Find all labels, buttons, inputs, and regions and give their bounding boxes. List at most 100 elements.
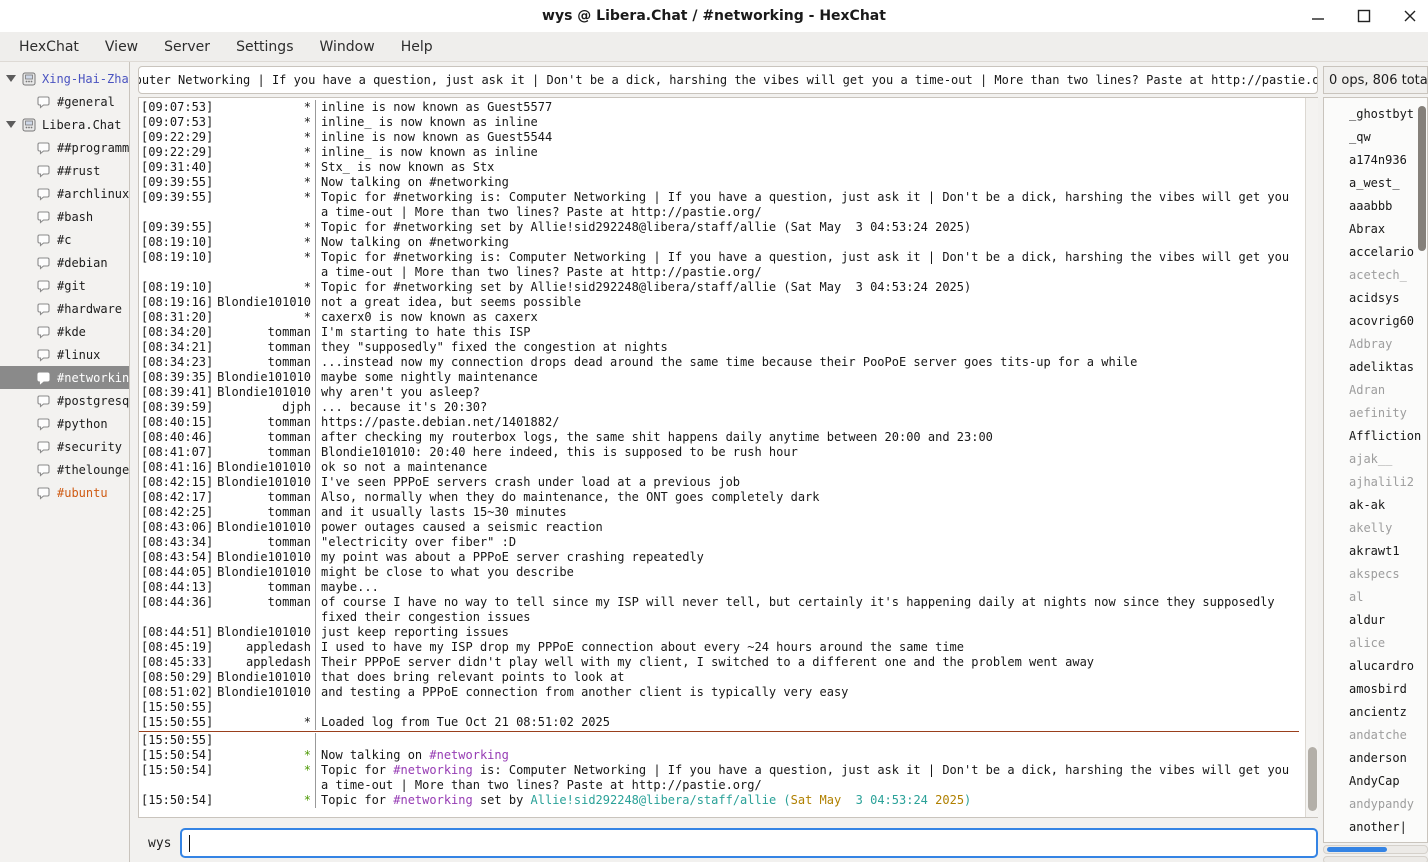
user-list-item[interactable]: _ghostbyt	[1324, 102, 1427, 125]
nick: appledash	[246, 655, 315, 670]
user-list-item[interactable]: aaabbb	[1324, 194, 1427, 217]
server-icon	[21, 71, 37, 87]
tree-row-channel-archlinux[interactable]: #archlinux	[0, 182, 129, 205]
message-input[interactable]	[180, 828, 1318, 858]
userlist-scrollbar-thumb[interactable]	[1418, 106, 1426, 251]
user-list-item[interactable]: akelly	[1324, 516, 1427, 539]
nick: *	[304, 793, 315, 808]
user-list-item[interactable]: aldur	[1324, 608, 1427, 631]
user-list-item[interactable]: ak-ak	[1324, 493, 1427, 516]
menu-item-hexchat[interactable]: HexChat	[10, 35, 88, 59]
user-list-item[interactable]: amosbird	[1324, 677, 1427, 700]
tree-row-channel-postgresql[interactable]: #postgresql	[0, 389, 129, 412]
user-list-item[interactable]: anderson	[1324, 746, 1427, 769]
user-list-item[interactable]: ancientz	[1324, 700, 1427, 723]
chat-line: [08:34:23]tomman...instead now my connec…	[139, 355, 1299, 370]
expander-icon[interactable]	[6, 121, 16, 128]
menu-item-server[interactable]: Server	[155, 35, 219, 59]
chat-line: [15:50:55]	[139, 733, 1299, 748]
user-list-item[interactable]: acovrig60	[1324, 309, 1427, 332]
message-text: maybe...	[315, 580, 1299, 595]
timestamp: [15:50:54]	[141, 793, 213, 808]
chat-line: [08:45:33]appledashTheir PPPoE server di…	[139, 655, 1299, 670]
menu-item-settings[interactable]: Settings	[227, 35, 302, 59]
tree-row-network-xing-hai-zhan[interactable]: Xing-Hai-Zhan	[0, 67, 129, 90]
message-text: Now talking on #networking	[315, 748, 1299, 763]
nick: *	[304, 175, 315, 190]
nick: Blondie101010	[217, 475, 315, 490]
userlist-hscrollbar-secondary[interactable]	[1323, 856, 1428, 862]
channel-icon	[36, 393, 52, 409]
tree-row-channel-rust[interactable]: ##rust	[0, 159, 129, 182]
user-list-item[interactable]: accelario	[1324, 240, 1427, 263]
nick: Blondie101010	[217, 520, 315, 535]
tree-row-channel-git[interactable]: #git	[0, 274, 129, 297]
tree-row-channel-security[interactable]: #security	[0, 435, 129, 458]
user-list-item[interactable]: another|	[1324, 815, 1427, 838]
menu-item-window[interactable]: Window	[310, 35, 383, 59]
tree-row-channel-thelounge[interactable]: #thelounge	[0, 458, 129, 481]
chat-line: [08:50:29]Blondie101010that does bring r…	[139, 670, 1299, 685]
tree-row-channel-general[interactable]: #general	[0, 90, 129, 113]
tree-row-channel-python[interactable]: #python	[0, 412, 129, 435]
user-list-item[interactable]: adeliktas	[1324, 355, 1427, 378]
user-list-item[interactable]: aefinity	[1324, 401, 1427, 424]
user-list-item[interactable]: andypandy	[1324, 792, 1427, 815]
nick: tomman	[268, 490, 315, 505]
chat-line: [08:39:35]Blondie101010maybe some nightl…	[139, 370, 1299, 385]
expander-icon[interactable]	[6, 75, 16, 82]
user-list-item[interactable]: Adran	[1324, 378, 1427, 401]
userlist-scrollbar[interactable]	[1416, 98, 1428, 842]
user-list-item[interactable]: AndyCap	[1324, 769, 1427, 792]
nick: *	[304, 130, 315, 145]
user-list-item[interactable]: akrawt1	[1324, 539, 1427, 562]
user-list-item[interactable]: Adbray	[1324, 332, 1427, 355]
tree-row-channel-debian[interactable]: #debian	[0, 251, 129, 274]
timestamp: [15:50:55]	[141, 715, 213, 730]
tree-row-channel-bash[interactable]: #bash	[0, 205, 129, 228]
message-text: of course I have no way to tell since my…	[315, 595, 1299, 625]
maximize-button[interactable]	[1355, 8, 1372, 25]
user-list-item[interactable]: alice	[1324, 631, 1427, 654]
tree-row-network-libera.chat[interactable]: Libera.Chat	[0, 113, 129, 136]
chat-line: [08:44:05]Blondie101010might be close to…	[139, 565, 1299, 580]
user-list-item[interactable]: ajak__	[1324, 447, 1427, 470]
userlist-header: 0 ops, 806 total	[1323, 66, 1428, 94]
timestamp: [08:44:51]	[141, 625, 213, 640]
user-list-item[interactable]: acetech_	[1324, 263, 1427, 286]
user-list-item[interactable]: a_west_	[1324, 171, 1427, 194]
chat-line: [08:45:19]appledashI used to have my ISP…	[139, 640, 1299, 655]
user-list-item[interactable]: a174n936	[1324, 148, 1427, 171]
channel-icon	[36, 485, 52, 501]
nick: tomman	[268, 445, 315, 460]
user-list-item[interactable]: Affliction	[1324, 424, 1427, 447]
tree-row-channel-kde[interactable]: #kde	[0, 320, 129, 343]
tree-row-channel-c[interactable]: #c	[0, 228, 129, 251]
nick: tomman	[268, 430, 315, 445]
tree-row-channel-hardware[interactable]: #hardware	[0, 297, 129, 320]
tree-row-channel-linux[interactable]: #linux	[0, 343, 129, 366]
timestamp: [08:45:33]	[141, 655, 213, 670]
minimize-button[interactable]	[1309, 8, 1326, 25]
menu-item-help[interactable]: Help	[392, 35, 442, 59]
chat-scrollbar-thumb[interactable]	[1308, 747, 1317, 811]
tree-row-channel-programming[interactable]: ##programming	[0, 136, 129, 159]
user-list-item[interactable]: al	[1324, 585, 1427, 608]
close-button[interactable]	[1401, 8, 1418, 25]
user-list-item[interactable]: Abrax	[1324, 217, 1427, 240]
timestamp: [08:31:20]	[141, 310, 213, 325]
user-list-item[interactable]: acidsys	[1324, 286, 1427, 309]
tree-row-channel-ubuntu[interactable]: #ubuntu	[0, 481, 129, 504]
topic-input[interactable]: Computer Networking | If you have a ques…	[138, 66, 1318, 94]
menu-item-view[interactable]: View	[96, 35, 147, 59]
user-list-item[interactable]: _qw	[1324, 125, 1427, 148]
tree-row-channel-networking[interactable]: #networking	[0, 366, 129, 389]
chat-scrollbar[interactable]	[1305, 98, 1318, 817]
userlist-hscrollbar[interactable]	[1323, 845, 1428, 854]
user-list-item[interactable]: akspecs	[1324, 562, 1427, 585]
user-list-item[interactable]: andatche	[1324, 723, 1427, 746]
chat-line: [15:50:55]*Loaded log from Tue Oct 21 08…	[139, 715, 1299, 730]
userlist-hscrollbar-thumb[interactable]	[1327, 847, 1387, 852]
user-list-item[interactable]: ajhalili2	[1324, 470, 1427, 493]
user-list-item[interactable]: alucardro	[1324, 654, 1427, 677]
